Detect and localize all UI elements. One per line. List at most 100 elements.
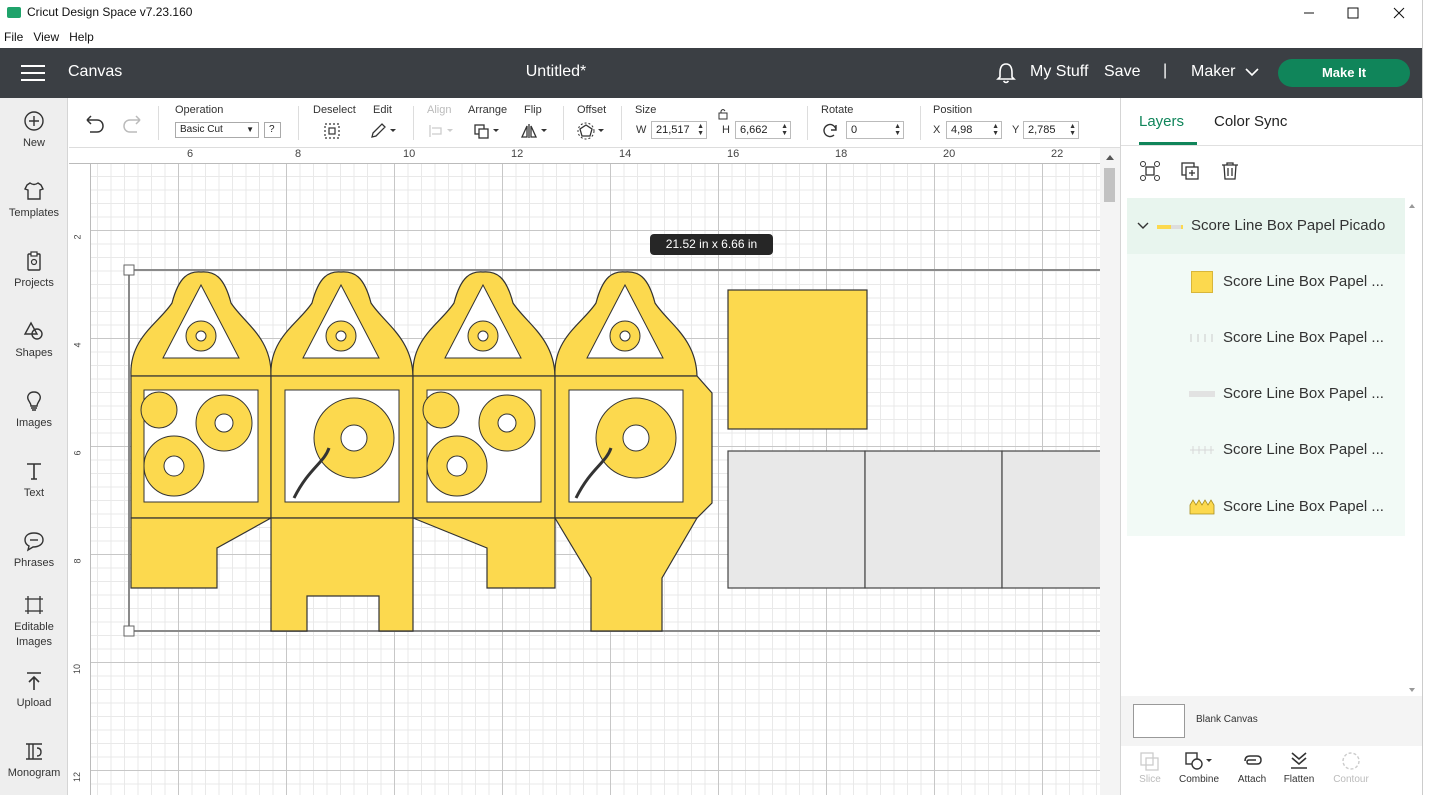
layers-panel: Layers Color Sync Score Line Box Papel P… xyxy=(1120,98,1423,795)
y-value: 2,785 xyxy=(1028,124,1056,136)
group-layers-button[interactable] xyxy=(1139,160,1161,182)
sidebar-label: Phrases xyxy=(13,557,55,569)
sidebar-label-line1: Editable xyxy=(14,621,54,633)
flatten-button[interactable]: Flatten xyxy=(1274,750,1324,785)
menu-view[interactable]: View xyxy=(33,30,59,44)
redo-icon xyxy=(123,115,141,133)
align-icon xyxy=(429,125,453,137)
position-y-input[interactable]: 2,785 ▲ ▼ xyxy=(1023,121,1079,139)
flip-button[interactable] xyxy=(520,122,550,140)
layer-row[interactable]: Score Line Box Papel ... xyxy=(1127,366,1405,422)
ruler-tick: 10 xyxy=(72,663,83,675)
maximize-button[interactable] xyxy=(1330,0,1376,26)
tab-layers[interactable]: Layers xyxy=(1139,113,1184,130)
group-name: Score Line Box Papel Picado xyxy=(1191,217,1386,234)
combine-button[interactable]: Combine xyxy=(1174,750,1224,785)
spinner-arrows-icon[interactable]: ▲ ▼ xyxy=(697,123,704,137)
offset-button[interactable] xyxy=(577,122,607,140)
arrange-button[interactable] xyxy=(473,122,501,140)
position-x-input[interactable]: 4,98 ▲ ▼ xyxy=(946,121,1002,139)
attach-button[interactable]: Attach xyxy=(1227,750,1277,785)
layer-name: Score Line Box Papel ... xyxy=(1223,385,1384,402)
menu-file[interactable]: File xyxy=(4,30,23,44)
sidebar-item-projects[interactable]: Projects xyxy=(0,250,68,291)
spinner-arrows-icon[interactable]: ▲ ▼ xyxy=(992,123,999,137)
contour-button[interactable]: Contour xyxy=(1326,750,1376,785)
operation-help-button[interactable]: ? xyxy=(264,122,281,138)
scroll-up-icon xyxy=(1409,204,1415,208)
sidebar-item-shapes[interactable]: Shapes xyxy=(0,320,68,361)
sidebar-label: Shapes xyxy=(15,347,53,359)
layer-name: Score Line Box Papel ... xyxy=(1223,273,1384,290)
my-stuff-button[interactable]: My Stuff xyxy=(1030,63,1088,81)
flip-icon xyxy=(520,124,547,138)
delete-layer-button[interactable] xyxy=(1219,160,1241,182)
ruler-tick: 14 xyxy=(619,148,632,160)
close-button[interactable] xyxy=(1376,0,1422,26)
minimize-icon xyxy=(1304,12,1314,14)
spinner-arrows-icon[interactable]: ▲ ▼ xyxy=(781,123,788,137)
layer-name: Score Line Box Papel ... xyxy=(1223,498,1384,515)
menu-bar: File View Help xyxy=(0,26,1422,48)
duplicate-layer-button[interactable] xyxy=(1179,160,1201,182)
design-canvas[interactable]: 6 8 10 12 14 16 18 20 22 2 4 6 8 10 12 xyxy=(69,148,1100,795)
machine-selector[interactable]: Maker xyxy=(1191,63,1235,81)
layer-group-row[interactable]: Score Line Box Papel Picado xyxy=(1127,198,1405,254)
sidebar-label: Upload xyxy=(16,697,52,709)
lock-aspect-icon[interactable] xyxy=(717,108,729,120)
scroll-up-icon xyxy=(1106,155,1114,160)
edit-button[interactable] xyxy=(369,122,397,140)
sidebar-item-monogram[interactable]: Monogram xyxy=(0,740,68,781)
notification-bell-icon[interactable] xyxy=(995,61,1017,85)
sidebar-item-upload[interactable]: Upload xyxy=(0,670,68,711)
editable-images-icon xyxy=(0,594,68,620)
project-artwork[interactable] xyxy=(69,148,1100,795)
tab-color-sync[interactable]: Color Sync xyxy=(1214,113,1287,130)
chevron-down-icon xyxy=(1137,222,1149,229)
scrollbar-thumb[interactable] xyxy=(1104,168,1115,202)
rotate-input[interactable]: 0 ▲ ▼ xyxy=(846,121,904,139)
ruler-tick: 2 xyxy=(72,234,83,240)
document-title[interactable]: Untitled* xyxy=(0,63,1112,81)
sidebar-label: Templates xyxy=(8,207,60,219)
align-button[interactable] xyxy=(427,122,455,140)
undo-button[interactable] xyxy=(83,114,107,134)
operation-label: Operation xyxy=(175,104,224,116)
trash-icon xyxy=(1222,162,1238,180)
make-it-button[interactable]: Make It xyxy=(1278,59,1410,87)
app-header: Canvas Untitled* My Stuff Save | Maker M… xyxy=(0,48,1422,98)
slice-label: Slice xyxy=(1139,774,1161,785)
spinner-arrows-icon[interactable]: ▲ ▼ xyxy=(1069,123,1076,137)
layer-name: Score Line Box Papel ... xyxy=(1223,329,1384,346)
width-input[interactable]: 21,517 ▲ ▼ xyxy=(651,121,707,139)
offset-icon xyxy=(577,122,604,140)
height-input[interactable]: 6,662 ▲ ▼ xyxy=(735,121,791,139)
blank-canvas-row[interactable]: Blank Canvas xyxy=(1121,696,1423,746)
deselect-button[interactable] xyxy=(323,122,341,140)
menu-help[interactable]: Help xyxy=(69,30,94,44)
layer-row[interactable]: Score Line Box Papel ... xyxy=(1127,422,1405,478)
position-label: Position xyxy=(933,104,973,116)
slice-button[interactable]: Slice xyxy=(1125,750,1175,785)
chevron-down-icon[interactable] xyxy=(1245,68,1259,77)
layer-row[interactable]: Score Line Box Papel ... xyxy=(1127,310,1405,366)
layer-row[interactable]: Score Line Box Papel ... xyxy=(1127,478,1405,536)
sidebar-item-text[interactable]: Text xyxy=(0,460,68,501)
layers-scrollbar[interactable] xyxy=(1407,198,1417,694)
canvas-swatch[interactable] xyxy=(1133,704,1185,738)
sidebar-item-templates[interactable]: Templates xyxy=(0,180,68,221)
layer-row[interactable]: Score Line Box Papel ... xyxy=(1127,254,1405,310)
ruler-tick: 8 xyxy=(295,148,302,160)
save-button[interactable]: Save xyxy=(1104,63,1140,81)
sidebar-item-images[interactable]: Images xyxy=(0,390,68,431)
sidebar-item-new[interactable]: New xyxy=(0,110,68,151)
spinner-arrows-icon[interactable]: ▲ ▼ xyxy=(894,123,901,137)
minimize-button[interactable] xyxy=(1286,0,1332,26)
close-icon xyxy=(1393,7,1405,19)
redo-button[interactable] xyxy=(120,114,144,134)
sidebar-item-phrases[interactable]: Phrases xyxy=(0,530,68,571)
canvas-vertical-scrollbar[interactable] xyxy=(1100,148,1120,795)
sidebar-item-editable-images[interactable]: Editable Images xyxy=(0,594,68,650)
operation-select[interactable]: Basic Cut ▼ xyxy=(175,122,259,138)
layer-thumbnail xyxy=(1190,334,1213,342)
